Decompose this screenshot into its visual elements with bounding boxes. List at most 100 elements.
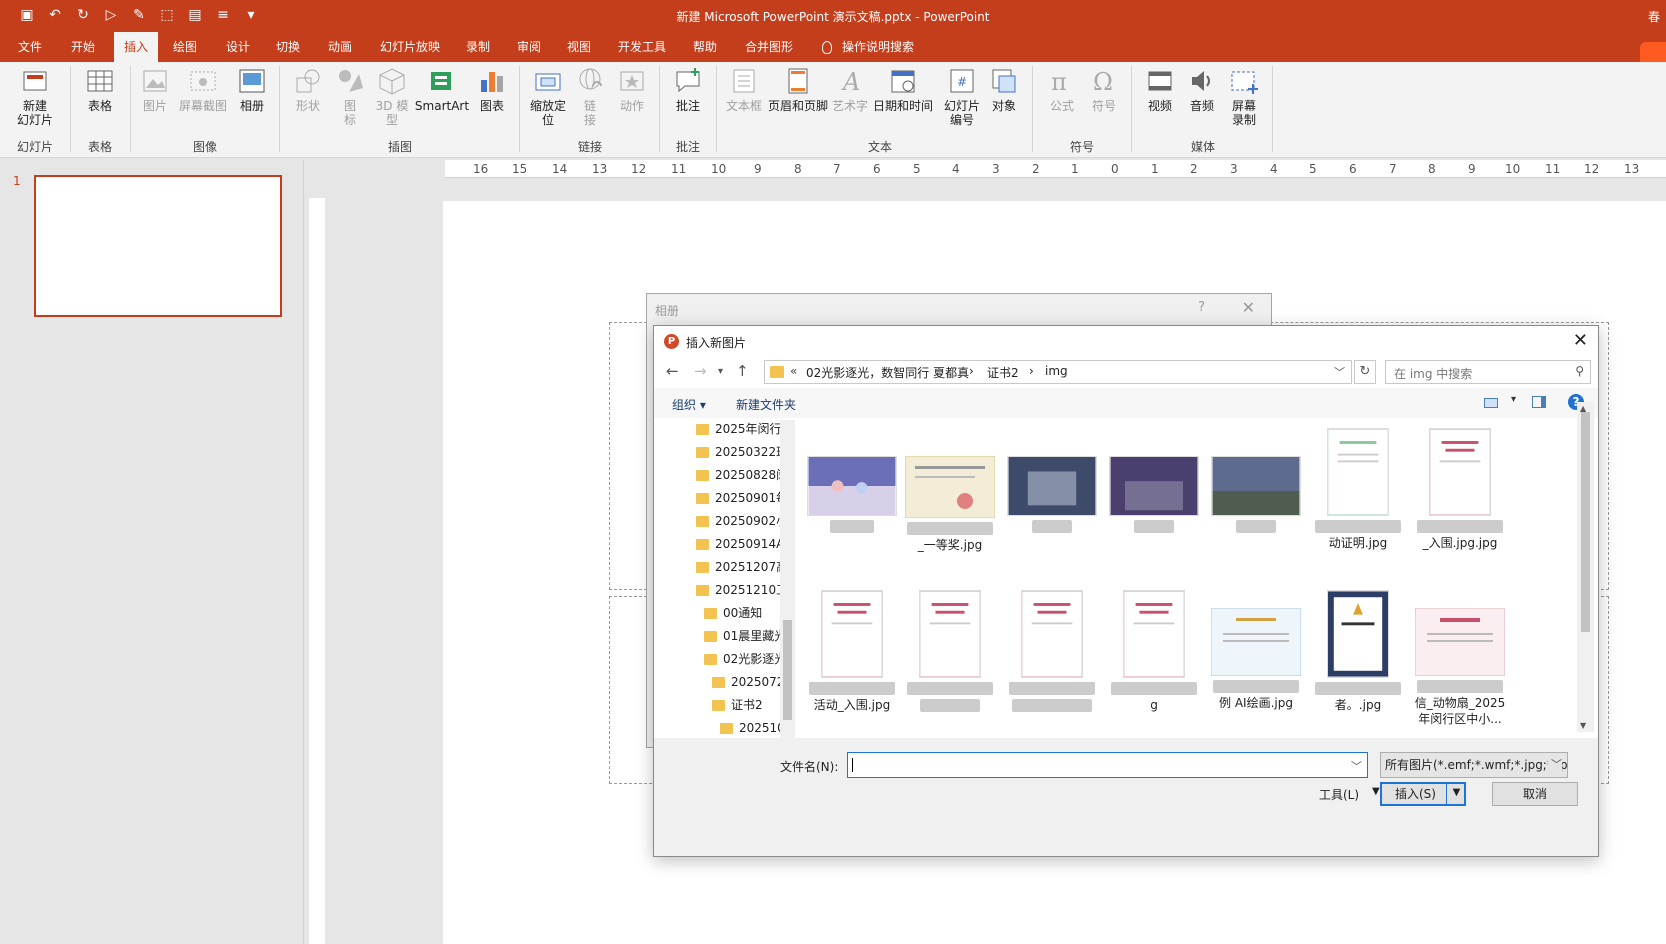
tree-folder[interactable]: 20251207高 <box>696 556 788 578</box>
file-grid-scrollbar[interactable]: ▲ ▼ <box>1577 402 1594 732</box>
file-item[interactable] <box>1108 456 1200 533</box>
user-name[interactable]: 春 <box>1648 8 1660 25</box>
change-view-icon[interactable] <box>1484 398 1498 408</box>
tab-help[interactable]: 帮助 <box>693 32 717 62</box>
action-button[interactable]: 动作 <box>614 66 650 113</box>
chevron-down-icon[interactable]: ﹀ <box>1548 753 1562 777</box>
cancel-button[interactable]: 取消 <box>1492 782 1578 806</box>
breadcrumb-item[interactable]: 证书2 <box>987 364 1019 381</box>
refresh-icon[interactable]: ↻ <box>1354 360 1376 384</box>
link-button[interactable]: 链 接 <box>574 66 606 127</box>
breadcrumb-overflow-icon[interactable]: « <box>790 364 797 378</box>
organize-button[interactable]: 组织 ▾ <box>672 396 706 413</box>
file-item[interactable] <box>806 456 898 533</box>
file-item[interactable] <box>904 590 996 712</box>
equation-button[interactable]: π 公式 <box>1044 66 1080 113</box>
tools-dropdown-icon[interactable]: ▼ <box>1372 786 1380 797</box>
insert-options-dropdown-icon[interactable]: ▼ <box>1446 782 1466 806</box>
tab-slideshow[interactable]: 幻灯片放映 <box>380 32 440 62</box>
slide-thumbnail[interactable] <box>34 175 282 317</box>
new-slide-button[interactable]: 新建 幻灯片 <box>10 66 60 127</box>
wordart-button[interactable]: A 艺术字 <box>830 66 870 113</box>
tree-folder[interactable]: 20250901每 <box>696 487 788 509</box>
picture-button[interactable]: 图片 <box>137 66 173 113</box>
header-footer-button[interactable]: 页眉和页脚 <box>766 66 830 113</box>
tab-transitions[interactable]: 切换 <box>276 32 300 62</box>
tab-draw[interactable]: 绘图 <box>173 32 197 62</box>
tab-merge-shapes[interactable]: 合并图形 <box>745 32 793 62</box>
tree-folder[interactable]: 01晨里藏光 <box>704 625 786 647</box>
shapes-button[interactable]: 形状 <box>290 66 326 113</box>
file-item[interactable]: g <box>1108 590 1200 713</box>
tools-button[interactable]: 工具(L) <box>1319 786 1359 803</box>
tab-home[interactable]: 开始 <box>71 32 95 62</box>
zoom-button[interactable]: 缩放定 位 <box>528 66 568 127</box>
preview-pane-icon[interactable] <box>1532 396 1546 408</box>
scrollbar-thumb[interactable] <box>783 620 792 720</box>
date-time-button[interactable]: 日期和时间 <box>870 66 936 113</box>
filename-input[interactable]: ﹀ <box>847 752 1368 778</box>
screenshot-button[interactable]: 屏幕截图 <box>175 66 231 113</box>
tab-insert[interactable]: 插入 <box>114 32 159 62</box>
file-item[interactable]: 活动_入围.jpg <box>806 590 898 713</box>
tell-me-search[interactable]: 操作说明搜索 <box>822 32 914 62</box>
file-item[interactable] <box>1006 456 1098 533</box>
file-item[interactable]: _入围.jpg.jpg <box>1414 428 1506 551</box>
chevron-down-icon[interactable]: ﹀ <box>1351 758 1362 774</box>
up-arrow-icon[interactable]: ↑ <box>736 362 749 380</box>
tree-folder[interactable]: 00通知 <box>704 602 762 624</box>
breadcrumb-item[interactable]: img <box>1045 364 1068 378</box>
file-item[interactable] <box>1210 456 1302 533</box>
scroll-down-icon[interactable]: ▼ <box>1580 721 1586 730</box>
close-icon[interactable]: ✕ <box>1242 298 1255 317</box>
file-item[interactable]: 者。.jpg <box>1312 590 1404 713</box>
tree-folder[interactable]: 20250322班 <box>696 441 788 463</box>
icons-button[interactable]: 图 标 <box>332 66 368 127</box>
file-item[interactable]: 信_动物扇_2025年闵行区中小... <box>1414 608 1506 727</box>
slide-number-button[interactable]: # 幻灯片 编号 <box>940 66 984 127</box>
video-button[interactable]: 视频 <box>1142 66 1178 113</box>
recent-locations-chevron-icon[interactable]: ▾ <box>718 366 723 377</box>
smartart-button[interactable]: SmartArt <box>414 66 470 113</box>
search-input[interactable]: 在 img 中搜索 ⚲ <box>1385 360 1591 384</box>
breadcrumb-item[interactable]: 02光影逐光，数智同行 夏都真 <box>806 364 969 381</box>
album-button[interactable]: 相册 <box>234 66 270 113</box>
tree-folder[interactable]: 20250902小 <box>696 510 788 532</box>
screen-recording-button[interactable]: 屏幕 录制 <box>1226 66 1262 127</box>
new-folder-button[interactable]: 新建文件夹 <box>736 396 796 413</box>
3d-models-button[interactable]: 3D 模 型 <box>372 66 412 127</box>
scrollbar-thumb[interactable] <box>1581 412 1590 632</box>
chevron-down-icon[interactable]: ▾ <box>1511 394 1516 405</box>
file-item[interactable]: _一等奖.jpg <box>904 456 996 553</box>
file-item[interactable]: 动证明.jpg <box>1312 428 1404 551</box>
address-bar[interactable]: « 02光影逐光，数智同行 夏都真 › 证书2 › img ﹀ <box>764 360 1352 384</box>
tree-folder[interactable]: 02光影逐光 <box>704 648 786 670</box>
tab-file[interactable]: 文件 <box>18 32 42 62</box>
file-type-filter[interactable]: 所有图片(*.emf;*.wmf;*.jpg;*.jpeg ﹀ <box>1380 752 1568 778</box>
tree-folder[interactable]: 20251210工 <box>696 579 788 601</box>
symbol-button[interactable]: Ω 符号 <box>1086 66 1122 113</box>
forward-arrow-icon[interactable]: → <box>694 362 707 380</box>
help-icon[interactable]: ? <box>1198 300 1205 315</box>
tab-design[interactable]: 设计 <box>226 32 250 62</box>
chevron-down-icon[interactable]: ﹀ <box>1334 364 1345 380</box>
tab-record[interactable]: 录制 <box>466 32 490 62</box>
tree-folder[interactable]: 证书2 <box>712 694 763 716</box>
back-arrow-icon[interactable]: ← <box>666 362 679 380</box>
comment-button[interactable]: 批注 <box>670 66 706 113</box>
textbox-button[interactable]: 文本框 <box>724 66 764 113</box>
tree-scrollbar[interactable] <box>780 420 795 738</box>
file-item[interactable] <box>1006 590 1098 712</box>
tree-folder[interactable]: 20250914AI <box>696 533 788 555</box>
tab-animations[interactable]: 动画 <box>328 32 352 62</box>
tab-review[interactable]: 审阅 <box>517 32 541 62</box>
close-icon[interactable]: ✕ <box>1573 330 1588 351</box>
tree-folder[interactable]: 20250828闵 <box>696 464 788 486</box>
tree-folder[interactable]: 2025年闵行区 <box>696 418 794 440</box>
tab-view[interactable]: 视图 <box>567 32 591 62</box>
object-button[interactable]: 对象 <box>986 66 1022 113</box>
audio-button[interactable]: 音频 <box>1184 66 1220 113</box>
file-item[interactable]: 例 AI绘画.jpg <box>1210 608 1302 711</box>
chart-button[interactable]: 图表 <box>474 66 510 113</box>
table-button[interactable]: 表格 <box>80 66 120 113</box>
